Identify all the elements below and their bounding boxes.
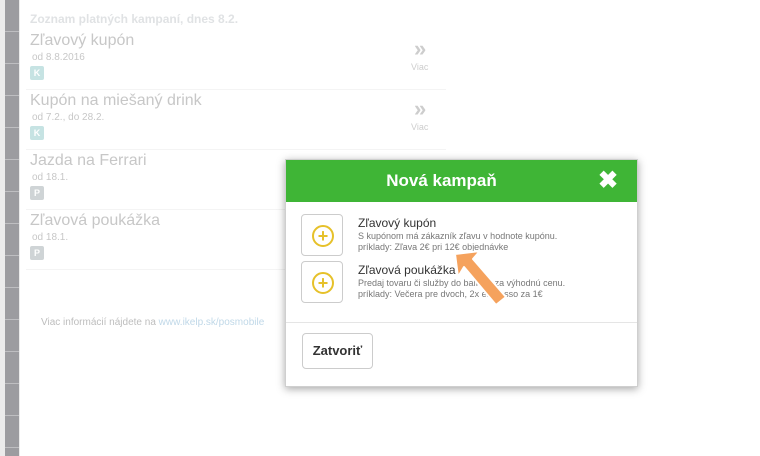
close-x-icon[interactable]: ✖ [598,166,618,196]
close-button[interactable]: Zatvoriť [302,333,373,369]
add-voucher-button[interactable]: + [301,261,343,303]
pointer-arrow-icon [454,250,507,306]
plus-circle-icon: + [312,272,334,294]
add-coupon-button[interactable]: + [301,214,343,256]
dialog-title: Nová kampaň [386,171,497,190]
plus-circle-icon: + [312,225,334,247]
option-title: Zľavový kupón [358,216,437,230]
dialog-divider [286,322,637,323]
dialog-header: Nová kampaň ✖ [286,160,637,202]
left-scroll-strip[interactable] [5,0,19,456]
